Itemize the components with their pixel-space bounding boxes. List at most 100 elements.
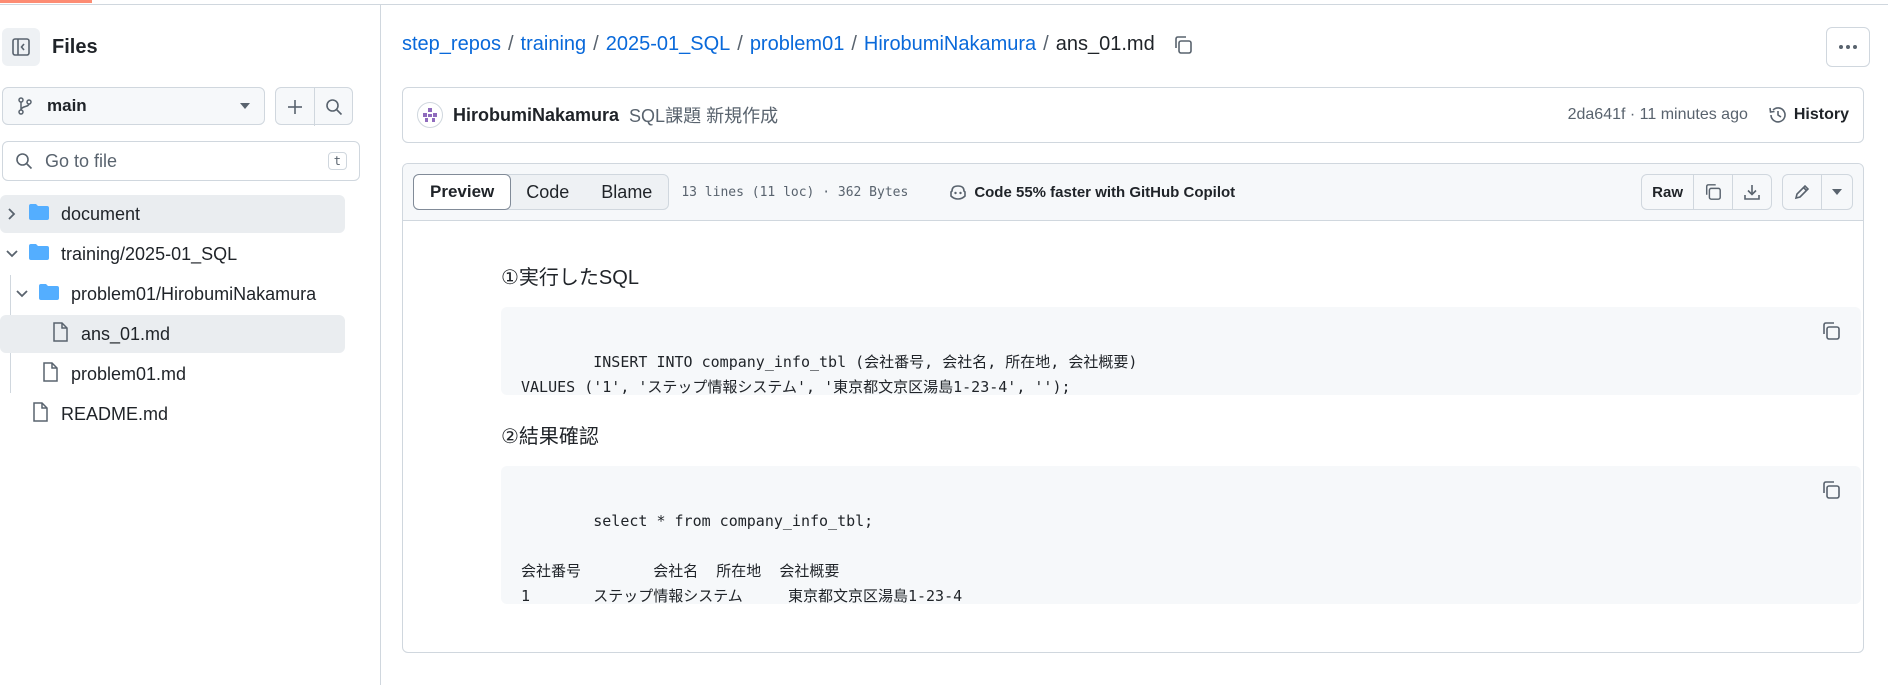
- tree-item-label: problem01.md: [71, 363, 187, 384]
- file-tree: document training/2025-01_SQL problem01/…: [0, 195, 345, 435]
- copy-code-button[interactable]: [1821, 480, 1841, 508]
- breadcrumb-separator: /: [851, 33, 857, 55]
- latest-commit-box: HirobumiNakamura SQL課題 新規作成 2da641f · 11…: [402, 87, 1864, 143]
- chevron-down-icon: [15, 287, 29, 301]
- search-icon: [325, 99, 342, 116]
- file-icon: [52, 321, 68, 347]
- file-actions: Raw: [1641, 174, 1853, 210]
- go-to-file-placeholder: Go to file: [45, 150, 118, 171]
- file-icon: [32, 401, 48, 427]
- code-text: INSERT INTO company_info_tbl (会社番号, 会社名,…: [521, 353, 1138, 396]
- git-branch-icon: [18, 97, 32, 115]
- tree-item-document[interactable]: document: [0, 195, 345, 233]
- copilot-icon: [950, 185, 967, 200]
- tree-item-label: problem01/HirobumiNakamura: [71, 283, 317, 304]
- tree-item-label: README.md: [61, 403, 169, 424]
- raw-button[interactable]: Raw: [1642, 175, 1693, 209]
- breadcrumb-separator: /: [737, 33, 743, 55]
- file-info: 13 lines (11 loc) · 362 Bytes: [681, 184, 909, 200]
- copilot-label: Code 55% faster with GitHub Copilot: [974, 183, 1236, 201]
- code-block: select * from company_info_tbl; 会社番号 会社名…: [501, 466, 1861, 605]
- main-content: step_repos / training / 2025-01_SQL / pr…: [382, 5, 1888, 685]
- history-button[interactable]: History: [1768, 105, 1849, 125]
- add-file-button[interactable]: [276, 88, 314, 126]
- go-to-file-input[interactable]: Go to file t: [2, 141, 360, 181]
- loading-progress-bar: [0, 0, 92, 3]
- edit-actions-group: [1782, 174, 1853, 210]
- chevron-down-icon: [5, 247, 19, 261]
- kebab-horizontal-icon: [1839, 45, 1857, 49]
- more-options-button[interactable]: [1826, 27, 1870, 67]
- search-icon: [16, 153, 33, 170]
- copy-path-button[interactable]: [1173, 35, 1193, 55]
- copy-icon: [1823, 322, 1840, 340]
- sidebar-title: Files: [52, 35, 98, 58]
- file-header: Preview Code Blame 13 lines (11 loc) · 3…: [403, 164, 1863, 221]
- tab-code[interactable]: Code: [510, 175, 585, 209]
- breadcrumb-separator: /: [593, 33, 599, 55]
- commit-author[interactable]: HirobumiNakamura: [453, 105, 619, 126]
- tree-item-problem01-folder[interactable]: problem01/HirobumiNakamura: [0, 275, 345, 313]
- branch-row: main: [2, 87, 353, 126]
- sidebar-collapse-icon: [12, 38, 30, 56]
- copilot-promo-link[interactable]: Code 55% faster with GitHub Copilot: [948, 183, 1235, 201]
- chevron-right-icon: [5, 207, 19, 221]
- collapse-sidebar-button[interactable]: [2, 28, 40, 66]
- tree-item-label: document: [61, 203, 141, 224]
- history-icon: [1769, 107, 1786, 123]
- folder-open-icon: [28, 243, 50, 266]
- tree-item-ans01[interactable]: ans_01.md: [0, 315, 345, 353]
- code-text: select * from company_info_tbl; 会社番号 会社名…: [521, 512, 963, 605]
- avatar[interactable]: [417, 102, 443, 128]
- breadcrumb-link[interactable]: 2025-01_SQL: [606, 33, 731, 56]
- download-button[interactable]: [1732, 175, 1771, 209]
- tab-preview[interactable]: Preview: [413, 174, 512, 210]
- breadcrumb-link[interactable]: HirobumiNakamura: [864, 33, 1036, 56]
- folder-icon: [28, 203, 50, 226]
- breadcrumb-link[interactable]: step_repos: [402, 33, 501, 56]
- caret-down-icon: [1832, 189, 1842, 195]
- file-viewer: Preview Code Blame 13 lines (11 loc) · 3…: [402, 163, 1864, 653]
- raw-actions-group: Raw: [1641, 174, 1772, 210]
- breadcrumb-separator: /: [507, 33, 514, 55]
- file-tree-sidebar: Files main Go to file t document trainin…: [0, 5, 381, 685]
- copy-raw-button[interactable]: [1693, 175, 1732, 209]
- edit-options-dropdown[interactable]: [1821, 175, 1852, 209]
- plus-icon: [288, 100, 302, 114]
- tree-item-problem01-md[interactable]: problem01.md: [0, 355, 345, 393]
- current-file-name: ans_01.md: [1055, 33, 1155, 55]
- tree-item-label: ans_01.md: [81, 323, 171, 344]
- file-icon: [42, 361, 58, 387]
- folder-open-icon: [38, 283, 60, 306]
- tree-actions: [275, 87, 353, 126]
- copy-code-button[interactable]: [1821, 321, 1841, 349]
- markdown-heading: ①実行したSQL: [501, 267, 639, 289]
- branch-name: main: [47, 96, 87, 115]
- breadcrumb-separator: /: [1043, 33, 1049, 55]
- copy-icon: [1174, 35, 1192, 54]
- code-block: INSERT INTO company_info_tbl (会社番号, 会社名,…: [501, 307, 1861, 396]
- commit-meta[interactable]: 2da641f · 11 minutes ago: [1568, 106, 1748, 124]
- identicon-icon: [423, 108, 437, 122]
- breadcrumb-link[interactable]: training: [521, 33, 587, 56]
- download-icon: [1744, 185, 1760, 200]
- search-button[interactable]: [314, 88, 352, 126]
- commit-message[interactable]: SQL課題 新規作成: [629, 102, 1568, 128]
- tree-item-training-folder[interactable]: training/2025-01_SQL: [0, 235, 345, 273]
- view-mode-tabs: Preview Code Blame: [413, 174, 670, 210]
- markdown-heading: ②結果確認: [501, 426, 599, 448]
- tree-item-readme[interactable]: README.md: [0, 395, 345, 433]
- history-label: History: [1793, 106, 1849, 123]
- branch-selector[interactable]: main: [2, 87, 265, 125]
- copy-icon: [1823, 481, 1840, 499]
- caret-down-icon: [240, 103, 250, 109]
- tree-item-label: training/2025-01_SQL: [61, 243, 238, 264]
- keyboard-shortcut-hint: t: [327, 152, 347, 170]
- pencil-icon: [1794, 184, 1810, 200]
- tab-blame[interactable]: Blame: [585, 175, 668, 209]
- breadcrumb: step_repos / training / 2025-01_SQL / pr…: [402, 33, 1193, 56]
- edit-button[interactable]: [1783, 175, 1821, 209]
- sidebar-header: Files: [2, 27, 98, 67]
- breadcrumb-link[interactable]: problem01: [750, 33, 845, 56]
- copy-icon: [1705, 184, 1721, 200]
